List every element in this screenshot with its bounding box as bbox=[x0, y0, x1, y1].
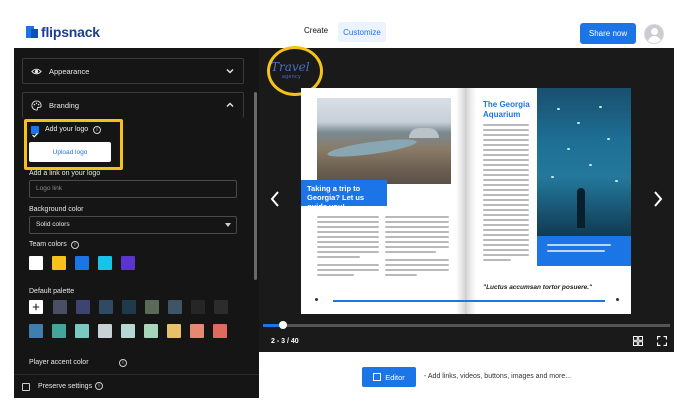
page-progress-handle[interactable] bbox=[279, 321, 287, 329]
share-now-button[interactable]: Share now bbox=[580, 23, 636, 44]
player-accent-label: Player accent color bbox=[29, 359, 89, 366]
page-dot bbox=[616, 298, 619, 301]
accordion-branding[interactable]: Branding bbox=[22, 92, 244, 118]
preserve-settings-checkbox[interactable] bbox=[22, 383, 30, 391]
palette-swatch[interactable] bbox=[122, 300, 136, 314]
app-window: flipsnack Create Customize Share now App… bbox=[0, 0, 688, 420]
left-text-column bbox=[317, 216, 379, 279]
palette-icon bbox=[31, 100, 42, 111]
team-color-swatch[interactable] bbox=[121, 256, 135, 270]
tab-create[interactable]: Create bbox=[304, 26, 328, 35]
preserve-settings-bar: Preserve settings i bbox=[14, 374, 259, 398]
logo-link-input[interactable]: Logo link bbox=[29, 180, 237, 198]
flipbook-viewer: Travel agency Taking a trip to Georgia? … bbox=[259, 46, 674, 352]
info-icon[interactable]: i bbox=[95, 382, 103, 390]
palette-swatch[interactable] bbox=[145, 300, 159, 314]
default-palette-label: Default palette bbox=[29, 288, 75, 295]
background-color-value: Solid colors bbox=[36, 221, 70, 228]
palette-swatch[interactable] bbox=[121, 324, 135, 338]
caret-down-icon bbox=[225, 223, 231, 227]
page-dot bbox=[315, 298, 318, 301]
team-color-swatch[interactable] bbox=[29, 256, 43, 270]
chevron-left-icon[interactable] bbox=[269, 190, 281, 208]
book-spine bbox=[456, 88, 476, 314]
palette-swatch[interactable] bbox=[168, 300, 182, 314]
palette-swatch[interactable] bbox=[75, 324, 89, 338]
palette-swatch[interactable] bbox=[214, 300, 228, 314]
eye-icon bbox=[31, 68, 42, 75]
palette-swatch[interactable] bbox=[53, 300, 67, 314]
tab-customize[interactable]: Customize bbox=[338, 22, 386, 42]
palette-swatch[interactable] bbox=[144, 324, 158, 338]
fullscreen-icon[interactable] bbox=[657, 336, 667, 346]
palette-swatch[interactable] bbox=[29, 324, 43, 338]
right-text-column bbox=[385, 216, 449, 279]
page-indicator: 2 - 3 / 40 bbox=[271, 338, 299, 345]
brand-logo[interactable]: flipsnack bbox=[26, 24, 100, 40]
team-color-swatch[interactable] bbox=[98, 256, 112, 270]
grid-view-icon[interactable] bbox=[633, 336, 643, 346]
settings-panel: Appearance Branding Add your logo i Uplo… bbox=[14, 48, 259, 398]
chevron-right-icon[interactable] bbox=[652, 190, 664, 208]
editor-button-label: Editor bbox=[385, 372, 405, 382]
aquarium-title: The Georgia Aquarium bbox=[483, 100, 530, 119]
highlight-box bbox=[24, 119, 123, 170]
editor-hint: - Add links, videos, buttons, images and… bbox=[424, 373, 572, 380]
palette-swatch[interactable] bbox=[167, 324, 181, 338]
page-divider bbox=[333, 300, 605, 302]
palette-swatch[interactable] bbox=[190, 324, 204, 338]
travel-agency-logo[interactable]: Travel agency bbox=[265, 46, 323, 96]
avatar[interactable] bbox=[644, 24, 664, 44]
palette-swatch[interactable] bbox=[76, 300, 90, 314]
add-color-button[interactable] bbox=[29, 300, 43, 314]
aquarium-photo bbox=[537, 88, 631, 236]
preserve-settings-label: Preserve settings bbox=[38, 383, 93, 390]
editor-button[interactable]: Editor bbox=[362, 367, 416, 387]
info-icon[interactable]: i bbox=[119, 359, 127, 367]
chevron-down-icon bbox=[226, 69, 234, 74]
brand-name: flipsnack bbox=[41, 24, 100, 40]
palette-swatch[interactable] bbox=[191, 300, 205, 314]
aquarium-caption bbox=[537, 236, 631, 266]
page-progress-track[interactable] bbox=[263, 324, 670, 327]
background-color-select[interactable]: Solid colors bbox=[29, 216, 237, 234]
palette-swatch[interactable] bbox=[52, 324, 66, 338]
accordion-appearance[interactable]: Appearance bbox=[22, 58, 244, 84]
user-icon bbox=[651, 28, 658, 35]
panel-scrollbar[interactable] bbox=[254, 92, 257, 280]
team-color-swatch[interactable] bbox=[75, 256, 89, 270]
plus-icon bbox=[32, 303, 40, 311]
team-colors-label: Team colors bbox=[29, 241, 67, 248]
accordion-appearance-label: Appearance bbox=[49, 67, 90, 76]
team-color-swatch[interactable] bbox=[52, 256, 66, 270]
editor-icon bbox=[373, 373, 382, 381]
accordion-branding-label: Branding bbox=[49, 101, 80, 110]
chevron-up-icon bbox=[226, 102, 234, 107]
top-bar: flipsnack Create Customize Share now bbox=[14, 16, 674, 48]
background-color-label: Background color bbox=[29, 206, 84, 213]
palette-swatch[interactable] bbox=[213, 324, 227, 338]
page-headline: Taking a trip to Georgia? Let us guide y… bbox=[301, 180, 387, 211]
aquarium-text-column bbox=[483, 124, 529, 264]
palette-swatch[interactable] bbox=[99, 300, 113, 314]
logo-link-label: Add a link on your logo bbox=[29, 170, 101, 177]
palette-swatch[interactable] bbox=[98, 324, 112, 338]
flipsnack-logo-icon bbox=[26, 26, 38, 38]
left-page: Taking a trip to Georgia? Let us guide y… bbox=[301, 88, 466, 314]
flipbook-spread[interactable]: Taking a trip to Georgia? Let us guide y… bbox=[301, 88, 631, 314]
info-icon[interactable]: i bbox=[71, 241, 79, 249]
page-quote: "Luctus accumsan tortor posuere." bbox=[483, 284, 593, 291]
city-photo bbox=[317, 98, 451, 184]
